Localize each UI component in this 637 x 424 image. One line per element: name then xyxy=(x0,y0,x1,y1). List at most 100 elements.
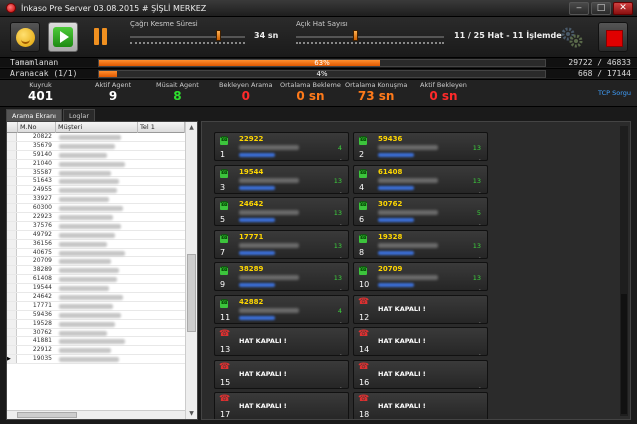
row-selector[interactable] xyxy=(7,319,17,328)
table-row[interactable]: 59140 xyxy=(7,150,185,160)
table-row[interactable]: 49792 xyxy=(7,230,185,240)
channel-card[interactable]: HAT KAPALI ! 17. xyxy=(214,392,349,419)
row-selector[interactable] xyxy=(7,177,17,186)
channel-card[interactable]: HAT KAPALI ! 12. xyxy=(353,294,488,325)
channel-card[interactable]: HAT KAPALI ! 16. xyxy=(353,359,488,390)
channel-card[interactable]: HAT KAPALI ! 18. xyxy=(353,392,488,419)
row-selector[interactable] xyxy=(7,248,17,257)
channel-scroll-thumb[interactable] xyxy=(621,294,627,414)
row-selector[interactable] xyxy=(7,257,17,266)
table-row[interactable]: 38289 xyxy=(7,266,185,276)
channel-card[interactable]: HAT KAPALI ! 13. xyxy=(214,327,349,357)
tab-call-screen[interactable]: Arama Ekranı xyxy=(6,109,62,121)
gear-icon[interactable] xyxy=(560,25,584,49)
grid-header-customer[interactable]: Müşteri xyxy=(56,122,138,133)
channel-card[interactable]: 17771 13 7. xyxy=(214,229,349,260)
row-selector[interactable] xyxy=(7,310,17,319)
cell-customer-name-redacted xyxy=(59,286,109,292)
row-selector[interactable] xyxy=(7,195,17,204)
row-selector[interactable] xyxy=(7,168,17,177)
row-selector[interactable] xyxy=(7,150,17,159)
row-selector[interactable] xyxy=(7,141,17,150)
row-selector[interactable] xyxy=(7,186,17,195)
row-selector[interactable]: ▶ xyxy=(7,355,17,364)
channel-customer-name-redacted xyxy=(239,210,299,215)
table-row[interactable]: 51643 xyxy=(7,177,185,187)
minimize-button[interactable]: ‒ xyxy=(569,2,589,15)
row-selector[interactable] xyxy=(7,301,17,310)
grid-hscroll-thumb[interactable] xyxy=(17,412,77,418)
channel-card[interactable]: 42882 4 11. xyxy=(214,294,349,325)
tab-logs[interactable]: Loglar xyxy=(62,109,96,121)
table-row[interactable]: 22923 xyxy=(7,213,185,222)
grid-header-no[interactable]: M.No xyxy=(18,122,56,133)
table-row[interactable]: 19544 xyxy=(7,284,185,294)
start-button[interactable] xyxy=(48,22,78,52)
close-button[interactable]: ✕ xyxy=(613,2,633,15)
table-row[interactable]: 59436 xyxy=(7,310,185,320)
channel-card[interactable]: 61408 13 4. xyxy=(353,164,488,195)
row-selector[interactable] xyxy=(7,284,17,293)
table-row[interactable]: 35679 xyxy=(7,141,185,151)
tcp-query-link[interactable]: TCP Sorgu xyxy=(598,89,631,97)
table-row[interactable]: 35587 xyxy=(7,168,185,178)
channel-indicator: . xyxy=(478,381,481,390)
row-selector[interactable] xyxy=(7,337,17,346)
channel-card[interactable]: 20709 13 10. xyxy=(353,262,488,292)
row-selector[interactable] xyxy=(7,239,17,248)
row-selector[interactable] xyxy=(7,293,17,301)
channel-card[interactable]: 19328 13 8. xyxy=(353,229,488,260)
row-selector[interactable] xyxy=(7,204,17,213)
channel-card[interactable]: 22922 4 1. xyxy=(214,132,349,162)
row-selector[interactable] xyxy=(7,159,17,168)
table-row[interactable]: 40675 xyxy=(7,248,185,258)
channel-indicator: . xyxy=(339,251,342,260)
row-selector[interactable] xyxy=(7,346,17,355)
table-row[interactable]: 33927 xyxy=(7,195,185,205)
to-call-progress-row: Aranacak (1/1) 4% 668 / 17144 xyxy=(0,68,637,78)
table-row[interactable]: 19528 xyxy=(7,319,185,329)
grid-horizontal-scrollbar[interactable] xyxy=(7,410,185,419)
channel-card[interactable]: HAT KAPALI ! 14. xyxy=(353,327,488,357)
table-row[interactable]: 36156 xyxy=(7,239,185,249)
row-selector[interactable] xyxy=(7,221,17,230)
channel-card[interactable]: HAT KAPALI ! 15. xyxy=(214,359,349,390)
channel-card[interactable]: 38289 13 9. xyxy=(214,262,349,292)
agent-status-button[interactable] xyxy=(10,22,40,52)
call-timeout-slider[interactable] xyxy=(216,30,221,41)
channel-card[interactable]: 59436 13 2. xyxy=(353,132,488,162)
channel-card[interactable]: 30762 5 6. xyxy=(353,197,488,227)
channel-card[interactable]: 24642 13 5. xyxy=(214,197,349,227)
table-row[interactable]: 37576 xyxy=(7,221,185,231)
maximize-button[interactable]: □ xyxy=(591,2,611,15)
channel-scrollbar[interactable] xyxy=(620,126,628,416)
row-selector[interactable] xyxy=(7,328,17,337)
grid-scroll-thumb[interactable] xyxy=(187,254,196,332)
table-row[interactable]: 20709 xyxy=(7,257,185,267)
row-selector[interactable] xyxy=(7,275,17,284)
table-row[interactable]: 22912 xyxy=(7,346,185,356)
table-row[interactable]: 24955 xyxy=(7,186,185,196)
stat-label: Aktif Agent xyxy=(95,81,132,89)
channel-card[interactable]: 19544 13 3. xyxy=(214,164,349,195)
table-row[interactable]: 24642 xyxy=(7,293,185,302)
grid-vertical-scrollbar[interactable]: ▲ ▼ xyxy=(185,122,197,419)
grid-header-phone[interactable]: Tel 1 xyxy=(138,122,185,133)
table-row[interactable]: ▶ 19035 xyxy=(7,355,185,365)
row-selector[interactable] xyxy=(7,213,17,221)
row-selector[interactable] xyxy=(7,230,17,239)
table-row[interactable]: 21040 xyxy=(7,159,185,169)
table-row[interactable]: 60300 xyxy=(7,204,185,214)
table-row[interactable]: 61408 xyxy=(7,275,185,285)
stop-button[interactable] xyxy=(598,22,628,52)
scroll-up-icon[interactable]: ▲ xyxy=(187,123,196,132)
table-row[interactable]: 41881 xyxy=(7,337,185,347)
table-row[interactable]: 30762 xyxy=(7,328,185,338)
table-row[interactable]: 20822 xyxy=(7,133,185,142)
table-row[interactable]: 17771 xyxy=(7,301,185,311)
scroll-down-icon[interactable]: ▼ xyxy=(187,409,196,418)
row-selector[interactable] xyxy=(7,133,17,141)
pause-button[interactable] xyxy=(86,22,116,52)
row-selector[interactable] xyxy=(7,266,17,275)
open-lines-slider[interactable] xyxy=(353,30,358,41)
